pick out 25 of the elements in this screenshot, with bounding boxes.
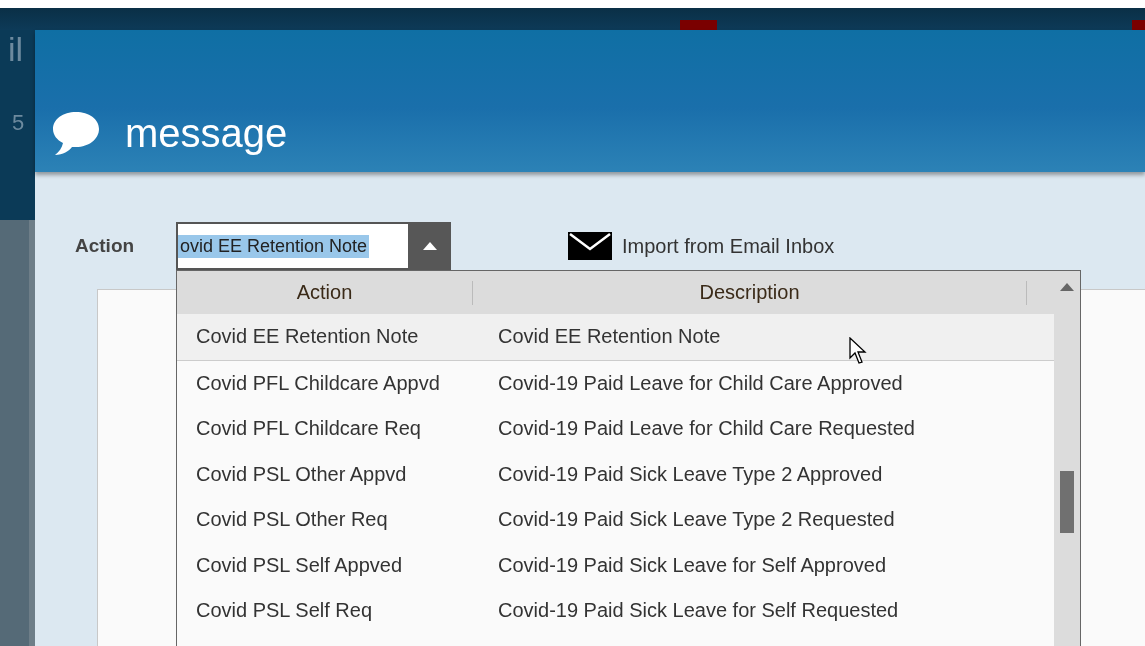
envelope-icon bbox=[568, 232, 612, 260]
status-marker bbox=[1132, 20, 1145, 30]
list-item[interactable]: Covid EE Retention Note Covid EE Retention Note bbox=[177, 314, 1054, 361]
list-item[interactable]: Covid PSL Other Appvd Covid-19 Paid Sick Leave Type 2 Approved bbox=[177, 451, 1054, 497]
scroll-up-icon[interactable] bbox=[1060, 283, 1074, 291]
scrollbar-thumb[interactable] bbox=[1060, 471, 1074, 533]
action-input-field[interactable]: ovid EE Retention Note bbox=[176, 222, 408, 270]
list-item[interactable]: Covid PFL Childcare Req Covid-19 Paid Leave for Child Care Requested bbox=[177, 406, 1054, 452]
caret-icon bbox=[422, 242, 437, 250]
import-email-link[interactable]: Import from Email Inbox bbox=[568, 232, 835, 260]
speech-bubble-icon bbox=[51, 110, 101, 156]
column-header[interactable]: Action bbox=[177, 281, 472, 304]
field-label: Action bbox=[75, 235, 136, 257]
dialog-title: message bbox=[125, 110, 288, 156]
list-item[interactable]: Covid PSL Other Req Covid-19 Paid Sick Leave Type 2 Requested bbox=[177, 497, 1054, 543]
list-item[interactable]: Covid PSL Self Req Covid-19 Paid Sick Leave for Self Requested bbox=[177, 588, 1054, 634]
status-marker bbox=[680, 20, 717, 30]
background-text: il bbox=[8, 30, 24, 69]
mouse-cursor-icon bbox=[849, 337, 869, 365]
background-text: 5 bbox=[12, 110, 25, 136]
list-item[interactable]: Covid PSL Self Appved Covid-19 Paid Sick Leave for Self Approved bbox=[177, 542, 1054, 588]
list-item[interactable]: Covid PFL Childcare Appvd Covid-19 Paid Leave for Child Care Approved bbox=[177, 360, 1054, 406]
dropdown-toggle-button[interactable] bbox=[408, 222, 451, 270]
scrollbar[interactable] bbox=[1054, 271, 1080, 646]
column-header[interactable]: Description bbox=[473, 281, 1026, 304]
